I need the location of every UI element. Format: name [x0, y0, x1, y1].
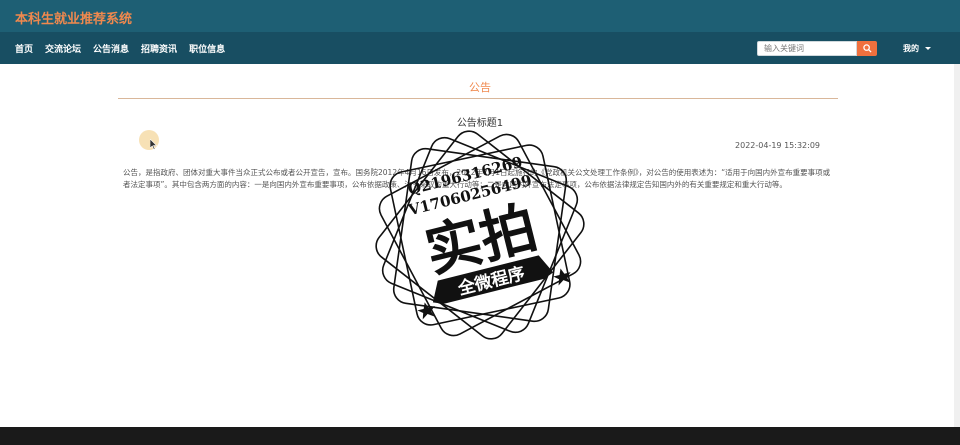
footer-bar	[0, 427, 960, 445]
user-menu[interactable]: 我的	[903, 43, 931, 54]
mouse-cursor-icon	[150, 139, 158, 150]
star-icon	[417, 302, 435, 320]
nav-item-announcements[interactable]: 公告消息	[93, 42, 129, 55]
search-icon	[862, 44, 872, 53]
site-title[interactable]: 本科生就业推荐系统	[15, 8, 132, 27]
search-input[interactable]	[757, 41, 857, 56]
nav-item-forum[interactable]: 交流论坛	[45, 42, 81, 55]
watermark-stamp: Q2196316269 V17060256499 实拍 全微程序	[375, 130, 585, 340]
nav-item-home[interactable]: 首页	[15, 42, 33, 55]
user-menu-label: 我的	[903, 44, 919, 53]
nav-item-job-info[interactable]: 职位信息	[189, 42, 225, 55]
nav-item-recruitment-news[interactable]: 招聘资讯	[141, 42, 177, 55]
search-button[interactable]	[857, 41, 877, 56]
section-divider	[118, 98, 838, 99]
nav-links: 首页 交流论坛 公告消息 招聘资讯 职位信息	[15, 32, 225, 64]
section-title: 公告	[469, 81, 491, 94]
scrollbar[interactable]	[954, 64, 960, 427]
chevron-down-icon	[925, 47, 931, 50]
top-bar: 本科生就业推荐系统	[0, 0, 960, 32]
article-date: 2022-04-19 15:32:09	[735, 141, 820, 150]
